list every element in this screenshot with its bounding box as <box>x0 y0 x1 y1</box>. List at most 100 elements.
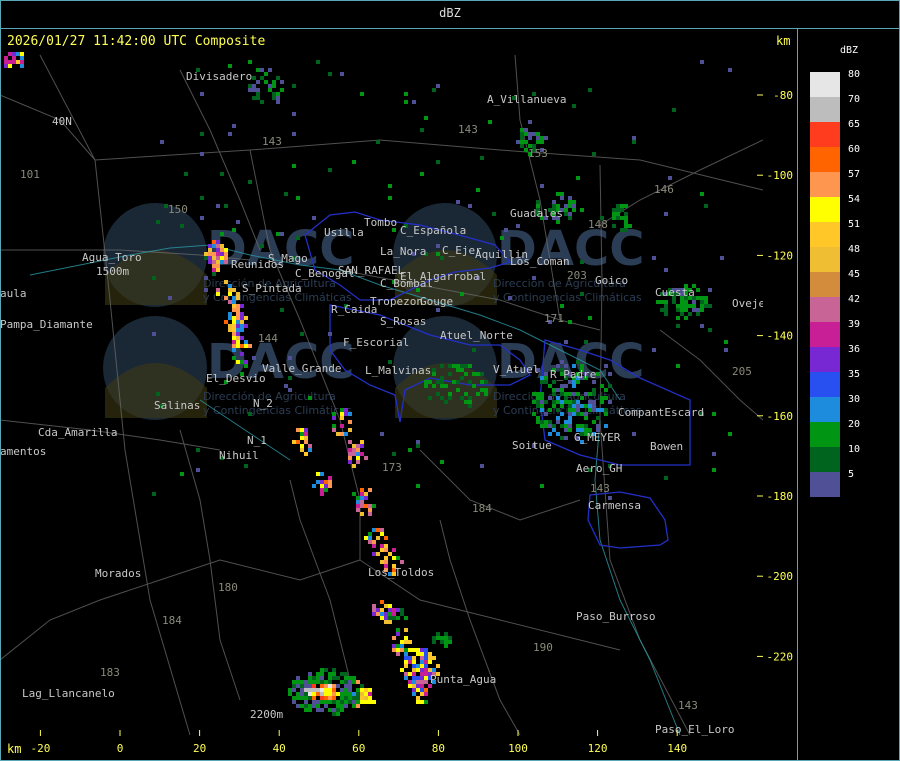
echo-cell <box>488 120 492 124</box>
echo-cell <box>612 212 616 216</box>
echo-cell <box>288 688 292 692</box>
echo-cell <box>548 420 552 424</box>
echo-cell <box>408 672 412 676</box>
echo-cell <box>224 260 228 264</box>
echo-cell <box>8 60 12 64</box>
echo-cell <box>700 324 704 328</box>
echo-cell <box>564 396 568 400</box>
echo-cell <box>256 96 260 100</box>
echo-cell <box>420 660 424 664</box>
route-label: 180 <box>218 581 238 594</box>
echo-cell <box>412 668 416 672</box>
echo-cell <box>440 376 444 380</box>
echo-cell <box>676 364 680 368</box>
echo-cell <box>572 400 576 404</box>
echo-cell <box>556 408 560 412</box>
echo-cell <box>236 316 240 320</box>
echo-cell <box>384 616 388 620</box>
echo-cell <box>584 416 588 420</box>
echo-cell <box>424 672 428 676</box>
echo-cell <box>152 332 156 336</box>
echo-cell <box>392 648 396 652</box>
echo-cell <box>424 680 428 684</box>
echo-cell <box>224 296 228 300</box>
place-label: S_Mago <box>268 252 308 265</box>
echo-cell <box>480 380 484 384</box>
echo-cell <box>320 696 324 700</box>
echo-cell <box>216 248 220 252</box>
y-axis-unit: km <box>776 34 791 48</box>
echo-cell <box>412 656 416 660</box>
echo-cell <box>348 676 352 680</box>
echo-cell <box>556 432 560 436</box>
echo-cell <box>372 608 376 612</box>
place-label: Carmensa <box>588 499 641 512</box>
echo-cell <box>340 412 344 416</box>
place-label: Cuesta <box>655 286 695 299</box>
route-label: 143 <box>262 135 282 148</box>
echo-cell <box>200 152 204 156</box>
echo-cell <box>336 692 340 696</box>
echo-cell <box>596 372 600 376</box>
echo-cell <box>344 684 348 688</box>
echo-cell <box>392 612 396 616</box>
echo-cell <box>388 608 392 612</box>
echo-cell <box>544 376 548 380</box>
legend-title: dBZ <box>840 45 859 56</box>
echo-cell <box>332 700 336 704</box>
echo-cell <box>260 76 264 80</box>
echo-cell <box>728 68 732 72</box>
echo-cell <box>388 196 392 200</box>
echo-cell <box>572 200 576 204</box>
echo-cell <box>720 256 724 260</box>
echo-cell <box>272 84 276 88</box>
echo-cell <box>424 384 428 388</box>
echo-cell <box>312 700 316 704</box>
echo-cell <box>412 660 416 664</box>
echo-cell <box>376 536 380 540</box>
echo-cell <box>464 400 468 404</box>
echo-cell <box>552 404 556 408</box>
echo-cell <box>420 700 424 704</box>
echo-cell <box>356 456 360 460</box>
echo-cell <box>232 328 236 332</box>
echo-cell <box>588 404 592 408</box>
echo-cell <box>324 696 328 700</box>
route-label: 101 <box>20 168 40 181</box>
place-label: C_Española <box>400 224 466 237</box>
echo-cell <box>276 96 280 100</box>
echo-cell <box>572 208 576 212</box>
place-label: Paso_Burroso <box>576 610 655 623</box>
echo-cell <box>456 368 460 372</box>
echo-cell <box>312 688 316 692</box>
echo-cell <box>304 680 308 684</box>
echo-cell <box>252 96 256 100</box>
echo-cell <box>360 688 364 692</box>
place-label: Salinas <box>154 399 200 412</box>
echo-cell <box>304 688 308 692</box>
echo-cell <box>680 300 684 304</box>
legend-label: 36 <box>848 344 861 355</box>
echo-cell <box>424 116 428 120</box>
echo-cell <box>536 404 540 408</box>
echo-cell <box>320 708 324 712</box>
legend-label: 48 <box>848 244 861 255</box>
echo-cell <box>568 392 572 396</box>
echo-cell <box>476 392 480 396</box>
echo-cell <box>440 396 444 400</box>
echo-cell <box>700 60 704 64</box>
echo-cell <box>568 320 572 324</box>
echo-cell <box>472 384 476 388</box>
echo-cell <box>660 300 664 304</box>
radar-map[interactable]: DACCDirección de Agriculturay Contingenc… <box>0 0 900 761</box>
echo-cell <box>320 676 324 680</box>
echo-cell <box>584 392 588 396</box>
echo-cell <box>456 380 460 384</box>
echo-cell <box>580 424 584 428</box>
echo-cell <box>564 436 568 440</box>
echo-cell <box>228 328 232 332</box>
echo-cell <box>152 492 156 496</box>
place-label: Los_Coman <box>510 255 570 268</box>
echo-cell <box>420 172 424 176</box>
echo-cell <box>352 464 356 468</box>
